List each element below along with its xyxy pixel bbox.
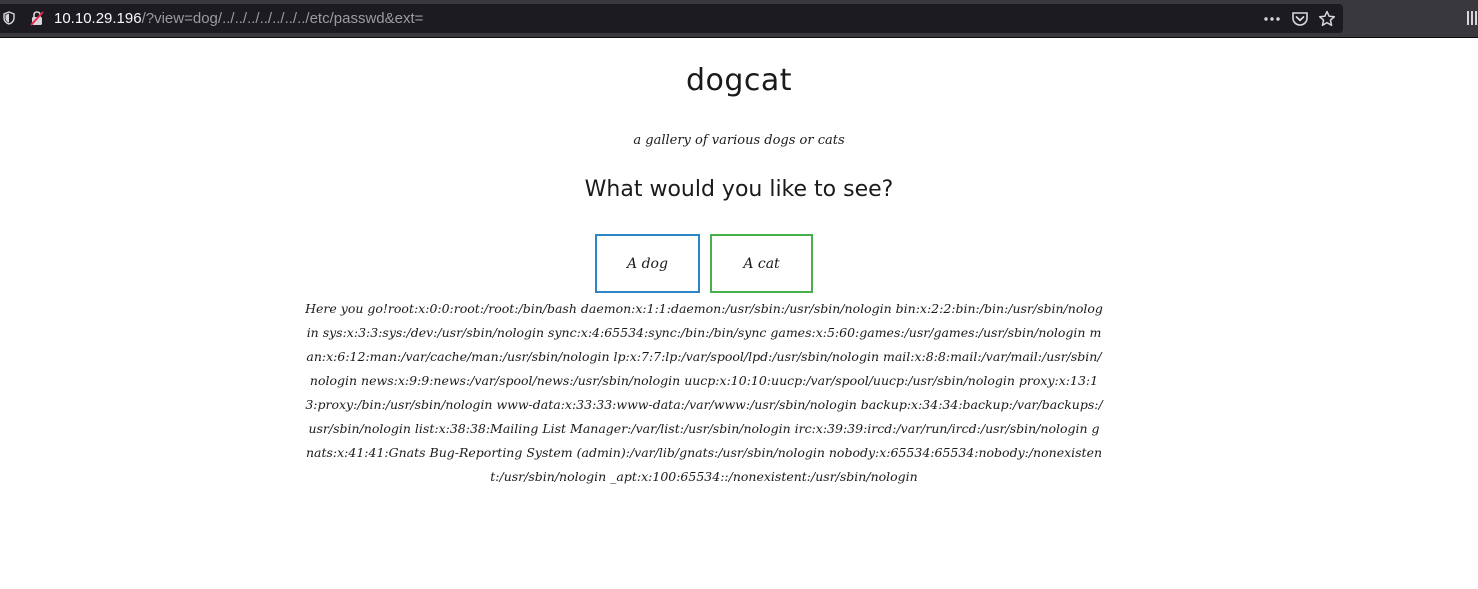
insecure-lock-icon[interactable] [30,11,44,26]
cat-button[interactable]: A cat [710,234,813,293]
browser-toolbar: 10.10.29.196/?view=dog/../../../../../..… [0,0,1478,38]
prompt-heading: What would you like to see? [584,177,894,202]
library-icon[interactable] [1466,9,1478,27]
site-subtitle: a gallery of various dogs or cats [633,133,845,148]
url-path: /?view=dog/../../../../../../../etc/pass… [141,10,424,27]
page-content: dogcat a gallery of various dogs or cats… [0,39,1478,589]
url-text[interactable]: 10.10.29.196/?view=dog/../../../../../..… [54,9,423,28]
meatball-menu-icon[interactable] [1263,12,1281,26]
shield-icon[interactable] [3,11,15,25]
pocket-icon[interactable] [1291,10,1309,28]
bookmark-star-icon[interactable] [1318,10,1336,28]
url-bar[interactable]: 10.10.29.196/?view=dog/../../../../../..… [0,4,1343,33]
url-host: 10.10.29.196 [54,10,142,27]
dog-button[interactable]: A dog [595,234,700,293]
site-title: dogcat [685,63,793,98]
result-output: Here you go!root:x:0:0:root:/root:/bin/b… [305,301,1103,484]
